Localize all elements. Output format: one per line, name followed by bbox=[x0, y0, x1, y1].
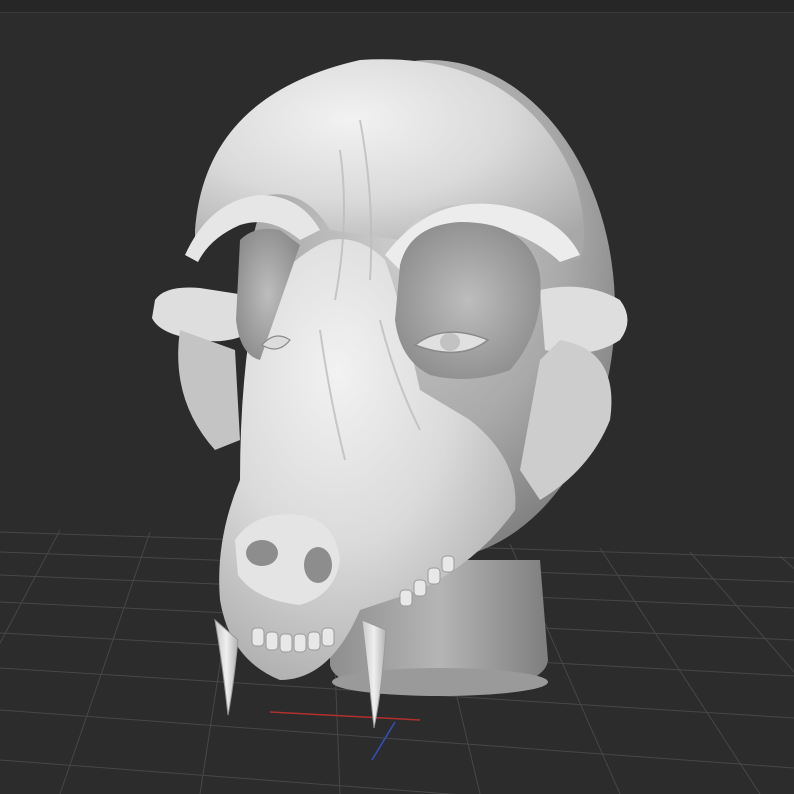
sculpt-model[interactable] bbox=[0, 0, 794, 794]
3d-viewport[interactable] bbox=[0, 0, 794, 794]
wolf-skull bbox=[152, 59, 628, 680]
